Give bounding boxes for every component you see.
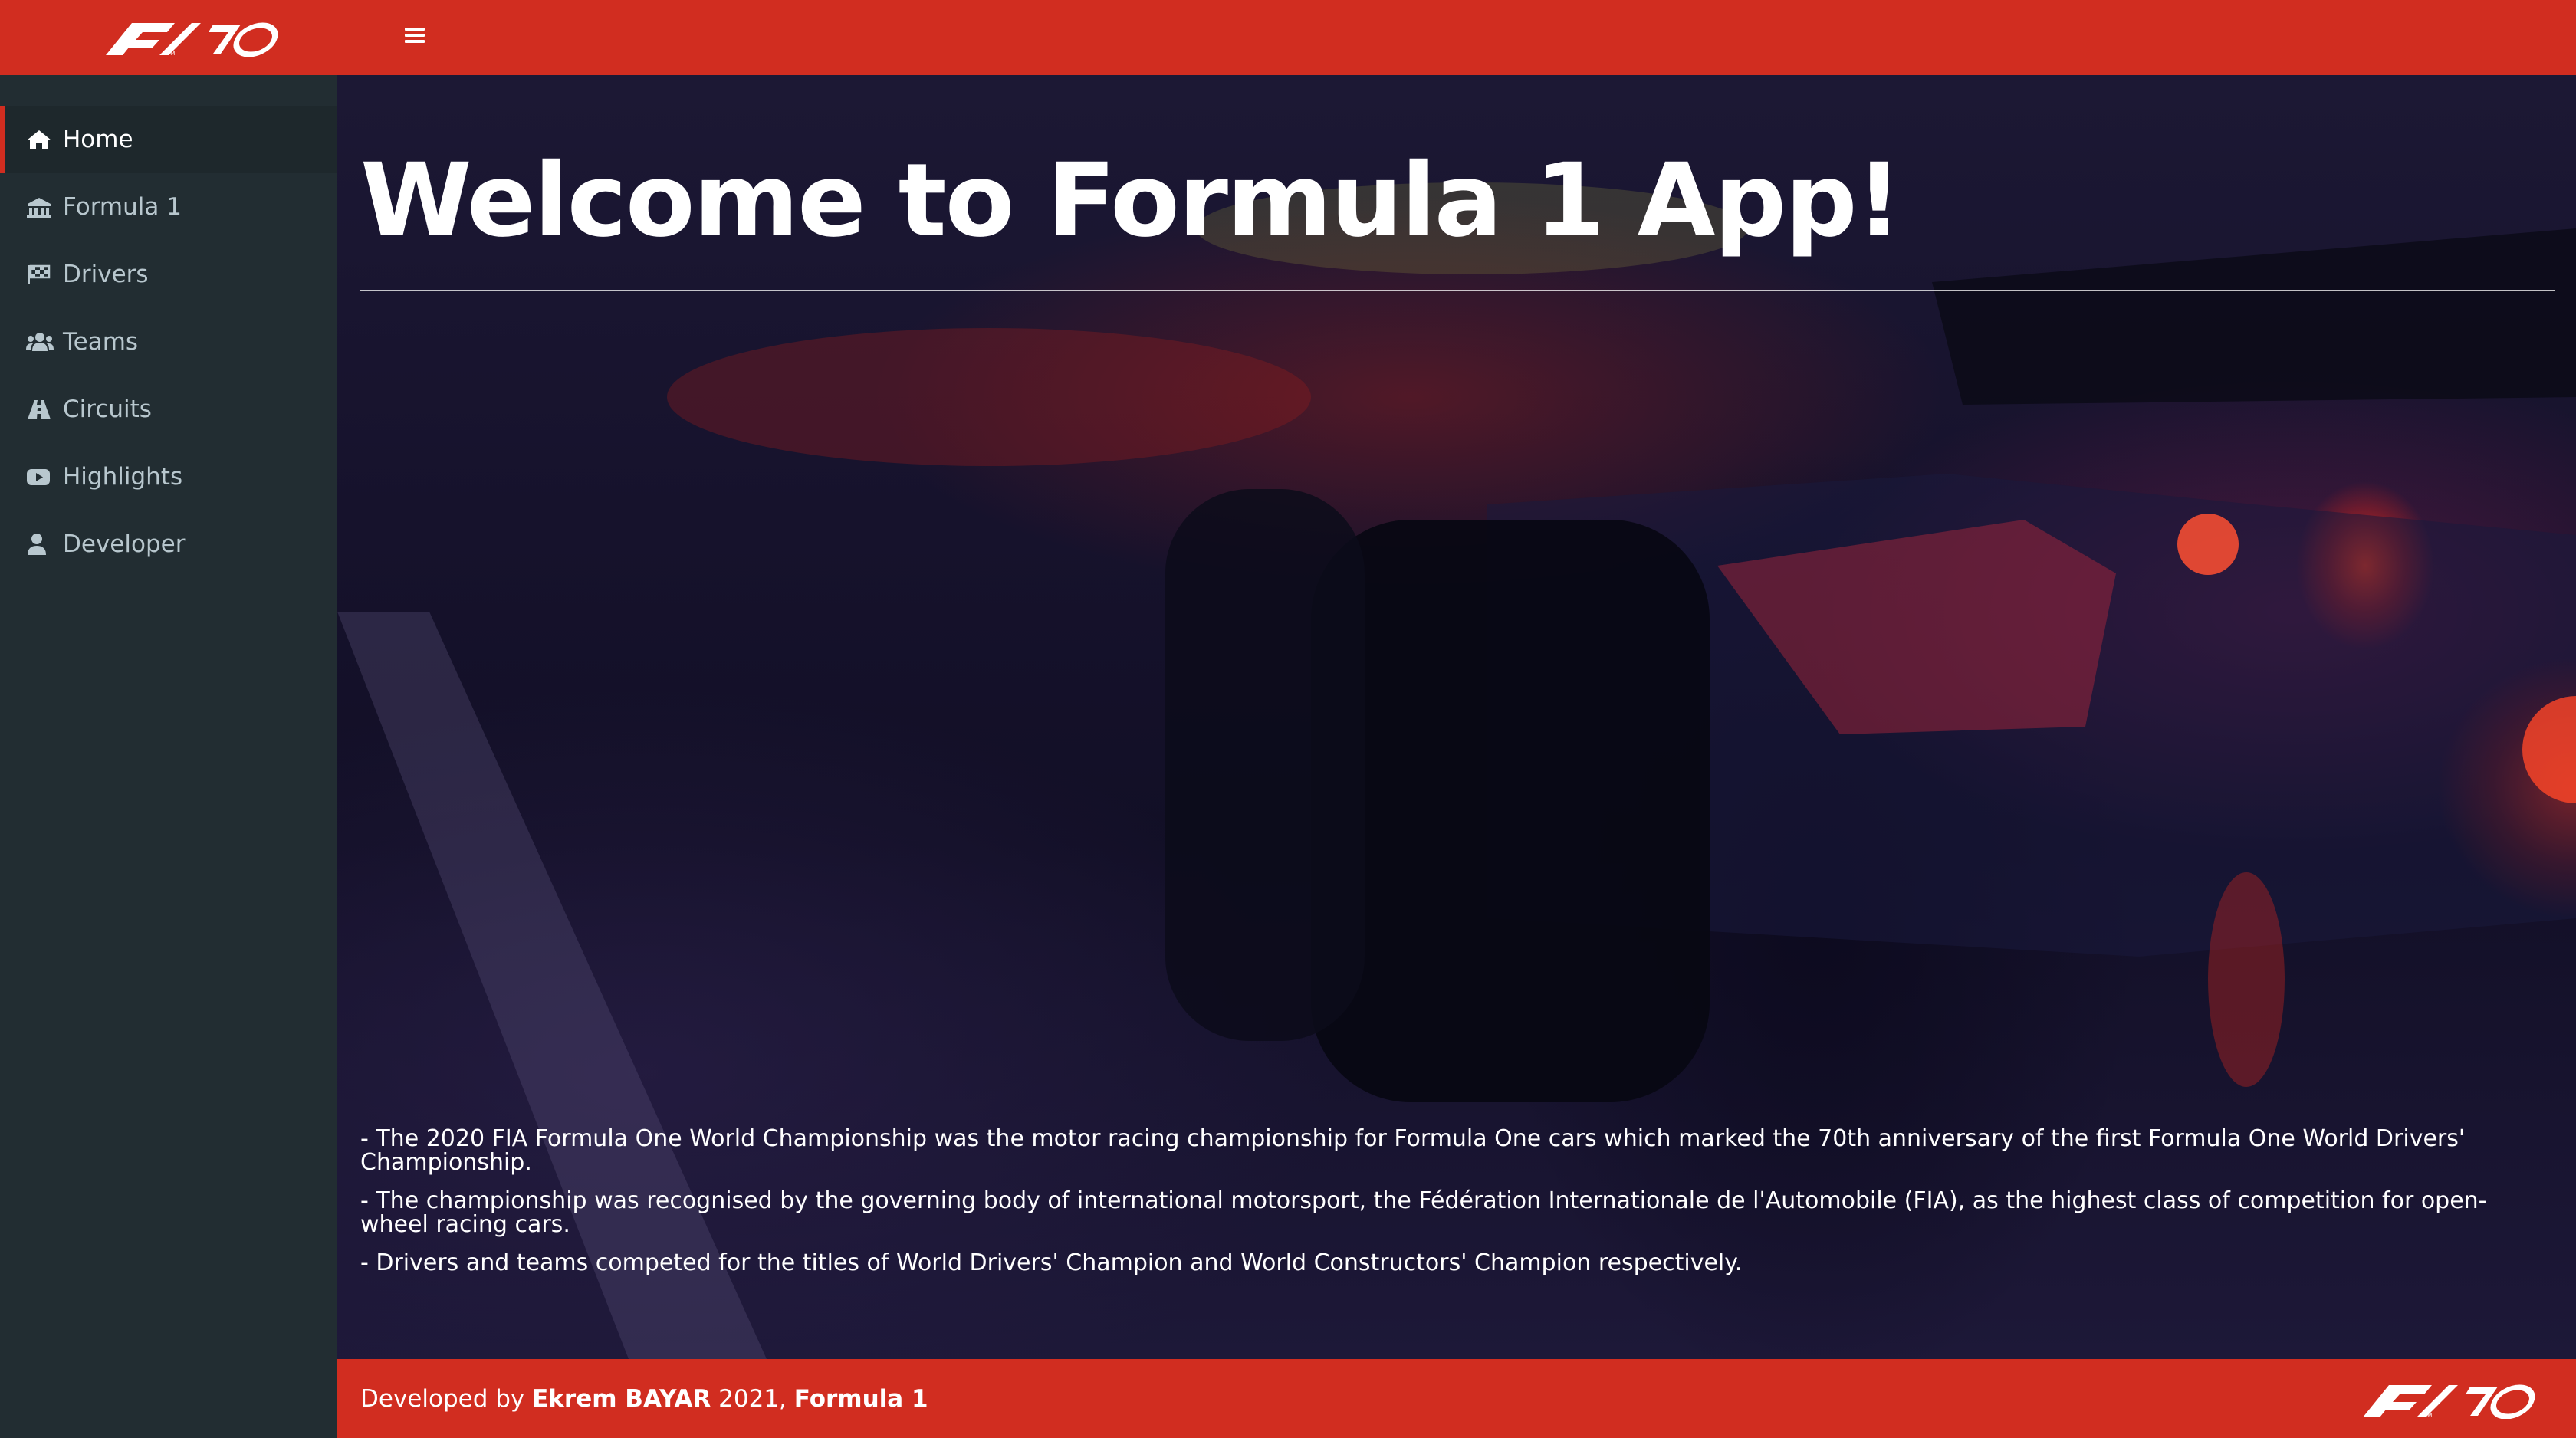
sidebar-item-label: Highlights — [63, 463, 183, 491]
sidebar-item-teams[interactable]: Teams — [0, 308, 337, 376]
footer-credit: Developed by Ekrem BAYAR 2021, Formula 1 — [360, 1385, 928, 1413]
flag-checkered-icon — [26, 259, 57, 290]
sidebar-item-label: Teams — [63, 328, 139, 356]
footer-year: 2021, — [711, 1385, 794, 1413]
facts-list: - The 2020 FIA Formula One World Champio… — [360, 1127, 2553, 1289]
page-title: Welcome to Formula 1 App! — [360, 142, 1902, 260]
sidebar-item-label: Drivers — [63, 261, 149, 288]
sidebar-item-home[interactable]: Home — [0, 106, 337, 173]
sidebar-item-drivers[interactable]: Drivers — [0, 241, 337, 308]
sidebar-item-label: Circuits — [63, 396, 152, 423]
footer: Developed by Ekrem BAYAR 2021, Formula 1… — [337, 1359, 2576, 1438]
sidebar-item-label: Developer — [63, 530, 186, 558]
sidebar-item-label: Home — [63, 126, 133, 153]
top-navbar: TM — [0, 0, 2576, 75]
sidebar-item-circuits[interactable]: Circuits — [0, 376, 337, 443]
f1-70-logo: TM — [2363, 1384, 2535, 1419]
svg-text:TM: TM — [166, 51, 175, 57]
fact-item: - The 2020 FIA Formula One World Champio… — [360, 1125, 2466, 1176]
sidebar-item-formula-1[interactable]: Formula 1 — [0, 173, 337, 241]
road-icon — [26, 394, 57, 425]
footer-author: Ekrem BAYAR — [532, 1385, 711, 1413]
main-content: Welcome to Formula 1 App! - The 2020 FIA… — [337, 75, 2576, 1359]
sidebar-item-highlights[interactable]: Highlights — [0, 443, 337, 511]
sidebar-item-developer[interactable]: Developer — [0, 511, 337, 578]
home-icon — [26, 124, 57, 155]
fact-item: - The championship was recognised by the… — [360, 1187, 2487, 1238]
hamburger-icon-bar — [405, 28, 425, 31]
user-icon — [26, 529, 57, 560]
f1-70-logo[interactable]: TM — [106, 20, 279, 57]
building-icon — [26, 192, 57, 222]
youtube-icon — [26, 461, 57, 492]
sidebar-item-label: Formula 1 — [63, 193, 182, 221]
sidebar-menu: Home Formula 1 Drivers Teams Circuits Hi… — [0, 106, 337, 578]
title-divider — [360, 290, 2555, 291]
sidebar: Home Formula 1 Drivers Teams Circuits Hi… — [0, 75, 337, 1438]
footer-prefix: Developed by — [360, 1385, 533, 1413]
footer-brand: Formula 1 — [794, 1385, 928, 1413]
hamburger-icon-bar — [405, 40, 425, 43]
hamburger-icon-bar — [405, 34, 425, 37]
users-icon — [26, 327, 57, 357]
svg-text:TM: TM — [2423, 1413, 2432, 1419]
fact-item: - Drivers and teams competed for the tit… — [360, 1249, 1743, 1276]
sidebar-toggle-button[interactable] — [403, 25, 426, 48]
